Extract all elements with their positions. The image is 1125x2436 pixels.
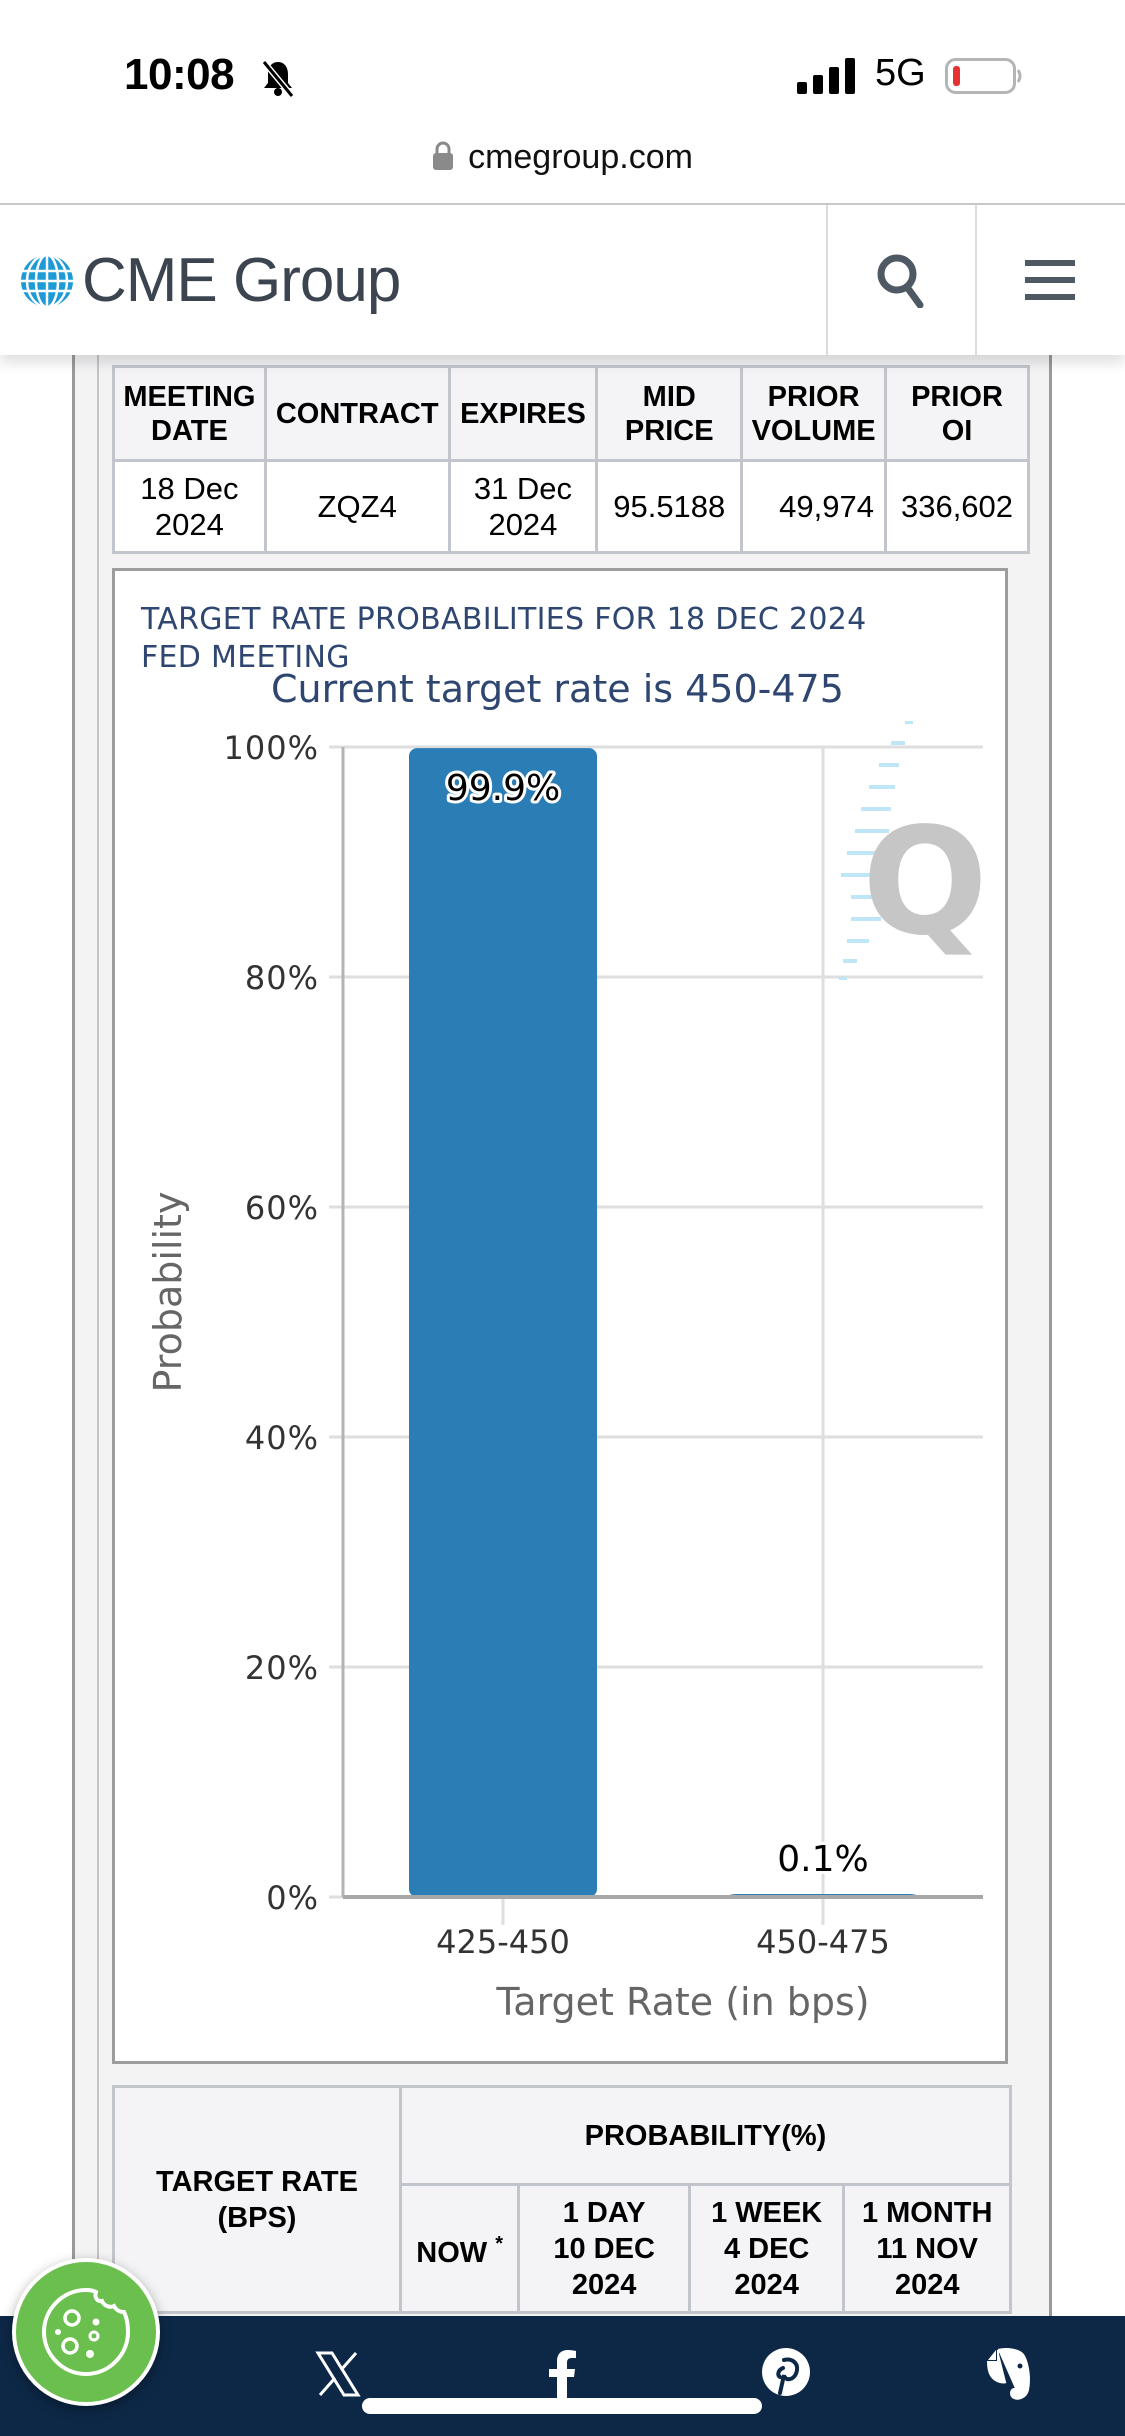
x-twitter-icon [315, 2351, 361, 2397]
y-tick-label: 0% [266, 1879, 319, 1917]
y-tick-label: 20% [245, 1649, 319, 1687]
cell-expires: 31 Dec 2024 [447, 459, 599, 554]
search-icon [877, 254, 924, 308]
bar-425-450 [409, 748, 597, 1897]
cookie-icon [41, 2287, 131, 2377]
menu-button[interactable] [975, 205, 1123, 355]
contract-table: MEETING DATE CONTRACT EXPIRES MID PRICE PR… [112, 365, 1030, 554]
cookie-settings-button[interactable] [12, 2258, 160, 2406]
hamburger-menu-icon [1025, 260, 1075, 300]
cell-mid-price: 95.5188 [595, 459, 744, 554]
y-tick-label: 100% [224, 729, 319, 767]
share-facebook-button[interactable] [532, 2344, 592, 2404]
x-tick-label: 425-450 [436, 1923, 570, 1961]
logo-text: CME Group [82, 246, 401, 315]
evernote-icon [986, 2348, 1030, 2400]
status-bar: 10:08 5G cmegroup.com [0, 0, 1125, 176]
site-header: CME Group [0, 203, 1125, 355]
bell-slash-icon [261, 60, 295, 98]
facebook-icon [549, 2350, 576, 2399]
url-bar[interactable]: cmegroup.com [0, 138, 1125, 177]
col-1-day: 1 DAY 10 DEC 2024 [517, 2183, 691, 2314]
data-label: 99.9% [446, 768, 560, 809]
share-x-button[interactable] [308, 2344, 368, 2404]
col-mid-price: MID PRICE [595, 365, 744, 462]
probability-table: TARGET RATE (BPS) PROBABILITY(%) NOW * 1 … [112, 2085, 1013, 2314]
y-tick-label: 60% [245, 1189, 319, 1227]
col-prior-volume: PRIOR VOLUME [740, 365, 887, 462]
share-bar [0, 2316, 1125, 2436]
chart-plot: Q 0% 20% 40% 60% 80% 100% 99.9% 425-450 0.1% 450-… [146, 721, 988, 2024]
col-target-rate: TARGET RATE (BPS) [112, 2085, 402, 2314]
col-1-month: 1 MONTH 11 NOV 2024 [842, 2183, 1012, 2314]
cell-meeting-date: 18 Dec 2024 [112, 459, 267, 554]
cell-prior-volume: 49,974 [740, 459, 887, 554]
col-contract: CONTRACT [263, 365, 451, 462]
y-axis-title: Probability [146, 1192, 190, 1393]
cell-contract: ZQZ4 [263, 459, 451, 554]
y-tick-label: 40% [245, 1419, 319, 1457]
y-tick-label: 80% [245, 959, 319, 997]
globe-icon [21, 253, 73, 308]
target-rate-chart: TARGET RATE PROBABILITIES FOR 18 DEC 202… [112, 568, 1008, 2064]
share-evernote-button[interactable] [980, 2344, 1040, 2404]
col-1-week: 1 WEEK 4 DEC 2024 [687, 2183, 846, 2314]
share-pinterest-button[interactable] [756, 2344, 816, 2404]
status-time: 10:08 [124, 50, 235, 99]
col-expires: EXPIRES [447, 365, 599, 462]
cell-prior-oi: 336,602 [884, 459, 1030, 554]
lock-icon [433, 141, 454, 170]
home-indicator[interactable] [362, 2398, 762, 2414]
cellular-signal-icon [797, 58, 855, 94]
contract-table-header: MEETING DATE CONTRACT EXPIRES MID PRICE PR… [112, 365, 1030, 462]
col-prior-oi: PRIOR OI [884, 365, 1030, 462]
cme-logo[interactable]: CME Group [20, 245, 401, 316]
search-button[interactable] [826, 205, 974, 355]
x-tick-label: 450-475 [756, 1923, 890, 1961]
table-row: 18 Dec 2024 ZQZ4 31 Dec 2024 95.5188 49,97… [112, 459, 1030, 554]
col-now: NOW * [398, 2183, 521, 2314]
svg-text:Q: Q [862, 796, 988, 968]
quikstrike-watermark: Q [839, 721, 988, 980]
col-group-probability: PROBABILITY(%) [398, 2085, 1013, 2186]
battery-low-icon [945, 58, 1022, 94]
data-label: 0.1% [777, 1839, 868, 1880]
url-text: cmegroup.com [468, 138, 693, 176]
col-meeting-date: MEETING DATE [112, 365, 267, 462]
pinterest-icon [762, 2348, 810, 2396]
x-axis-title: Target Rate (in bps) [495, 1980, 869, 2024]
network-type: 5G [875, 52, 926, 94]
